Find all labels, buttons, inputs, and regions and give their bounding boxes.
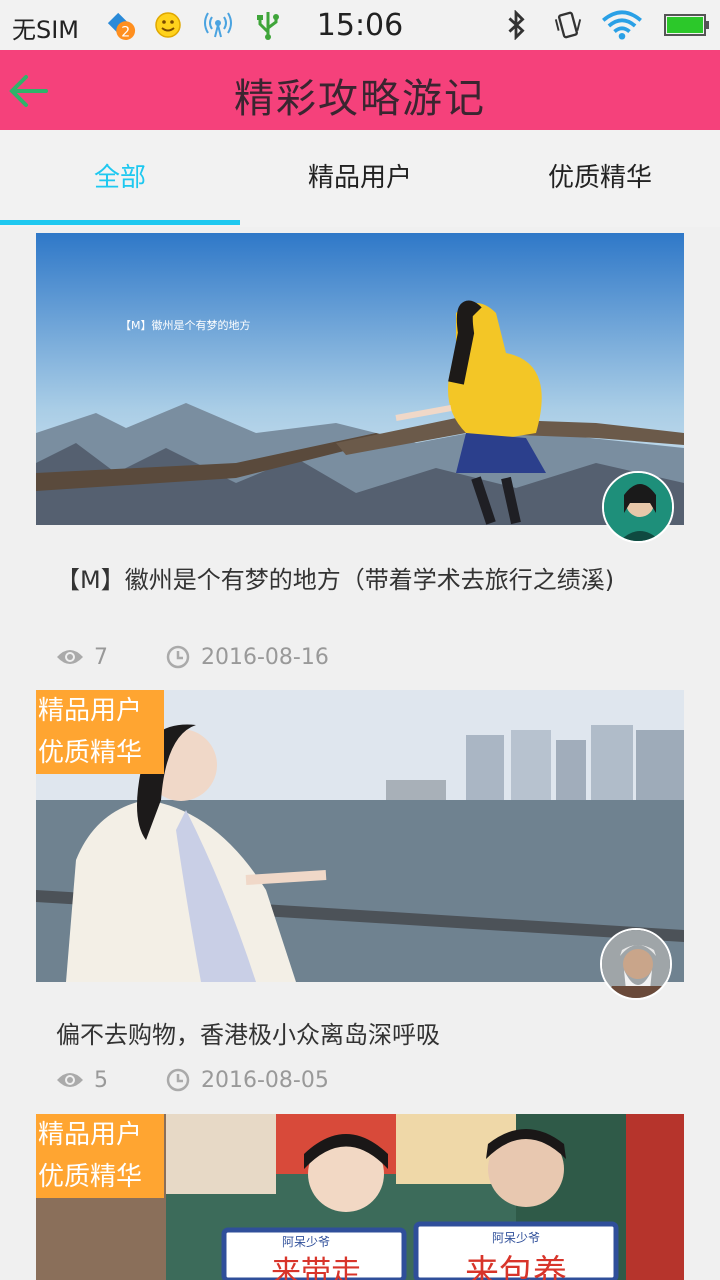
- badge-group: 精品用户 优质精华: [36, 690, 164, 774]
- badge-quality-pick: 优质精华: [36, 732, 164, 774]
- post-title[interactable]: 【M】徽州是个有梦的地方（带着学术去旅行之绩溪): [56, 563, 616, 597]
- post-card[interactable]: 阿呆少爷 阿呆少爷 来带走 来包养 精品用户 优质精华: [36, 1114, 684, 1280]
- post-date: 2016-08-16: [201, 645, 329, 670]
- eye-icon: [57, 1073, 83, 1087]
- post-title[interactable]: 偏不去购物，香港极小众离岛深呼吸: [56, 1018, 616, 1052]
- tab-bar: 全部 精品用户 优质精华: [0, 130, 720, 227]
- author-avatar[interactable]: [600, 928, 672, 1000]
- view-count: 5: [94, 1068, 108, 1093]
- tab-all[interactable]: 全部: [0, 130, 240, 227]
- battery-icon: [664, 14, 709, 36]
- sign-brand-right: 阿呆少爷: [492, 1231, 540, 1245]
- clock-icon: [166, 1068, 190, 1092]
- vibrate-icon: [554, 11, 582, 39]
- badge-premium-user: 精品用户: [36, 1114, 164, 1156]
- sign-text-right: 来包养: [465, 1253, 567, 1280]
- tab-quality-picks[interactable]: 优质精华: [480, 130, 720, 227]
- post-card[interactable]: 【M】徽州是个有梦的地方 【M】徽州是个有梦的地方（带着学术去旅行之绩溪) 7 …: [36, 233, 684, 673]
- eye-icon: [57, 650, 83, 664]
- bluetooth-icon: [508, 10, 525, 40]
- title-bar: 精彩攻略游记: [0, 50, 720, 130]
- badge-quality-pick: 优质精华: [36, 1156, 164, 1198]
- cover-caption: 【M】徽州是个有梦的地方: [120, 318, 251, 332]
- page-title: 精彩攻略游记: [234, 76, 486, 122]
- post-date: 2016-08-05: [201, 1068, 329, 1093]
- tab-premium-users[interactable]: 精品用户: [240, 130, 480, 227]
- clock-icon: [166, 645, 190, 669]
- post-cover-image[interactable]: 【M】徽州是个有梦的地方: [36, 233, 684, 525]
- status-bar: 无SIM 2 15:06: [0, 0, 720, 50]
- post-card[interactable]: 精品用户 优质精华 偏不去购物，香港极小众离岛深呼吸 5 2016-08-05: [36, 690, 684, 1100]
- badge-premium-user: 精品用户: [36, 690, 164, 732]
- tab-indicator: [0, 220, 240, 225]
- author-avatar[interactable]: [602, 471, 674, 543]
- badge-group: 精品用户 优质精华: [36, 1114, 164, 1198]
- sign-text-left: 来带走: [271, 1255, 361, 1280]
- view-count: 7: [94, 645, 108, 670]
- wifi-icon: [602, 10, 642, 40]
- sign-brand-left: 阿呆少爷: [282, 1235, 330, 1249]
